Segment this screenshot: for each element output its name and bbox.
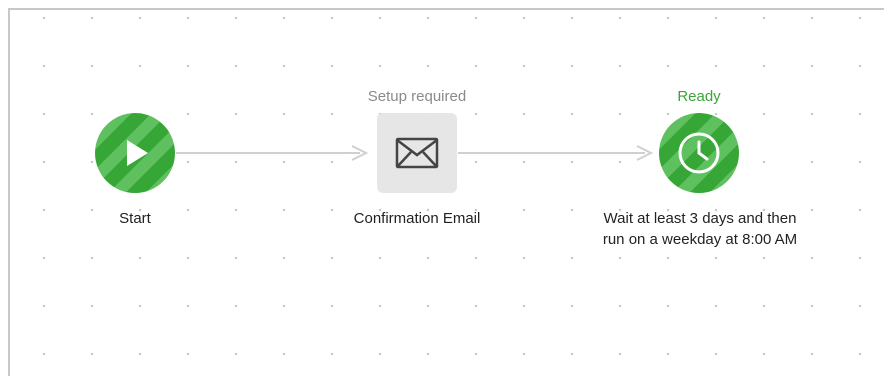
email-node-status: Setup required [367,88,467,105]
email-node-label: Confirmation Email [353,210,481,227]
envelope-icon [395,137,439,169]
start-node[interactable] [95,113,175,193]
start-node-label: Start [119,210,151,227]
confirmation-email-node[interactable] [377,113,457,193]
play-icon [127,140,148,166]
wait-node-status: Ready [677,88,721,105]
wait-node-label: Wait at least 3 days and then run on a w… [602,210,798,248]
clock-icon [678,132,720,174]
wait-node[interactable] [659,113,739,193]
